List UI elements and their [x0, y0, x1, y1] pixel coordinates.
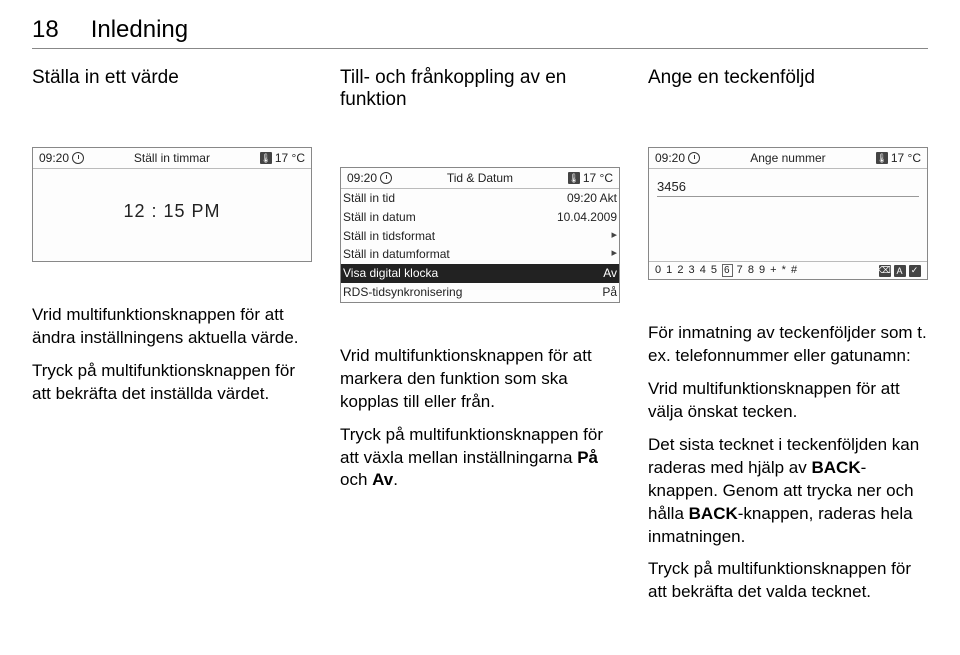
- menu-row: Ställ in datum 10.04.2009: [341, 208, 619, 227]
- menu-row: Ställ in tidsformat ▸: [341, 227, 619, 246]
- columns: Ställa in ett värde 09:20 Ställ in timma…: [32, 67, 928, 614]
- delete-icon: ⌫: [879, 265, 891, 277]
- para: Det sista tecknet i teckenföljden kan ra…: [648, 434, 928, 549]
- menu-row: Ställ in datumformat ▸: [341, 245, 619, 264]
- number-input: 3456: [657, 179, 919, 197]
- abc-icon: A: [894, 265, 906, 277]
- subhead-2: Till- och frånkoppling av en funktion: [340, 67, 620, 111]
- char-selected: 6: [722, 264, 733, 277]
- lcd2-time: 09:20: [347, 171, 377, 185]
- para: Tryck på multifunktionsknappen för att b…: [648, 558, 928, 604]
- subhead-1: Ställa in ett värde: [32, 67, 312, 91]
- page-number: 18: [32, 18, 59, 42]
- subhead-3: Ange en teckenföljd: [648, 67, 928, 91]
- display-2: 09:20 Tid & Datum 🌡 17 °C Ställ in tid 0…: [340, 167, 620, 303]
- ok-icon: ✓: [909, 265, 921, 277]
- para: Vrid multifunktionsknappen för att marke…: [340, 345, 620, 414]
- chevron-right-icon: ▸: [611, 246, 617, 263]
- display-1: 09:20 Ställ in timmar 🌡 17 °C 12 : 15 PM: [32, 147, 312, 262]
- column-2: Till- och frånkoppling av en funktion 09…: [340, 67, 620, 614]
- menu-row-selected: Visa digital klocka Av: [341, 264, 619, 283]
- lcd1-time: 09:20: [39, 151, 69, 165]
- body-text-1: Vrid multifunktionsknappen för att ändra…: [32, 304, 312, 406]
- column-1: Ställa in ett värde 09:20 Ställ in timma…: [32, 67, 312, 614]
- menu-row: Ställ in tid 09:20 Akt: [341, 189, 619, 208]
- footer-icons: ⌫ A ✓: [879, 265, 921, 277]
- lcd3-time: 09:20: [655, 151, 685, 165]
- chevron-right-icon: ▸: [611, 228, 617, 245]
- lcd3-title: Ange nummer: [700, 151, 876, 165]
- clock-icon: [380, 172, 392, 184]
- body-text-3: För inmatning av teckenföljder som t. ex…: [648, 322, 928, 604]
- column-3: Ange en teckenföljd 09:20 Ange nummer 🌡 …: [648, 67, 928, 614]
- para: Vrid multifunktionsknappen för att välja…: [648, 378, 928, 424]
- lcd2-temp: 17 °C: [583, 171, 613, 185]
- para: Tryck på multifunktionsknappen för att v…: [340, 424, 620, 493]
- clock-icon: [688, 152, 700, 164]
- lcd2-title: Tid & Datum: [392, 171, 568, 185]
- para: För inmatning av teckenföljder som t. ex…: [648, 322, 928, 368]
- lcd1-title: Ställ in timmar: [84, 151, 260, 165]
- big-time-value: 12 : 15 PM: [39, 173, 305, 222]
- menu-row: RDS-tidsynkronisering På: [341, 283, 619, 302]
- clock-icon: [72, 152, 84, 164]
- page-title: Inledning: [91, 18, 188, 42]
- display-3: 09:20 Ange nummer 🌡 17 °C 3456 0 1 2 3 4…: [648, 147, 928, 280]
- temp-icon: 🌡: [568, 172, 580, 184]
- lcd1-temp: 17 °C: [275, 151, 305, 165]
- page-header: 18 Inledning: [32, 18, 928, 49]
- char-row: 0 1 2 3 4 5 6 7 8 9 + * #: [655, 264, 798, 277]
- para: Tryck på multifunktionsknappen för att b…: [32, 360, 312, 406]
- temp-icon: 🌡: [876, 152, 888, 164]
- lcd3-temp: 17 °C: [891, 151, 921, 165]
- temp-icon: 🌡: [260, 152, 272, 164]
- body-text-2: Vrid multifunktionsknappen för att marke…: [340, 345, 620, 493]
- para: Vrid multifunktionsknappen för att ändra…: [32, 304, 312, 350]
